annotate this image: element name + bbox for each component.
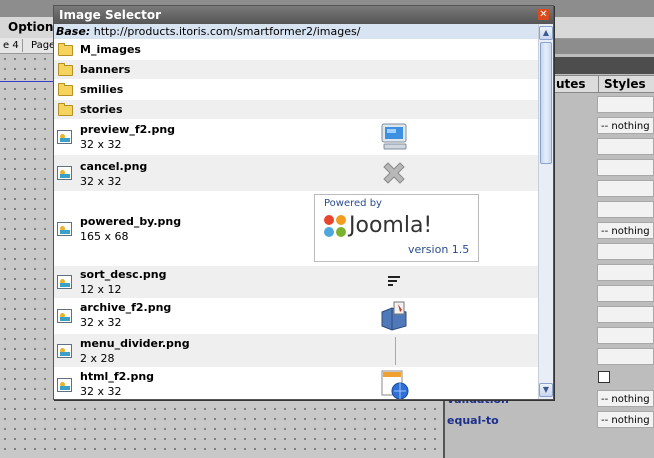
image-name: cancel.png <box>80 160 148 173</box>
image-item[interactable]: archive_f2.png 32 x 32 <box>54 299 538 334</box>
column-attributes[interactable]: utes <box>553 75 601 93</box>
base-path: Base: http://products.itoris.com/smartfo… <box>54 24 538 39</box>
folder-icon <box>58 83 73 96</box>
tab-page-4[interactable]: e 4 <box>0 39 23 52</box>
image-file-icon <box>57 222 72 236</box>
style-cell[interactable] <box>597 285 654 302</box>
image-dimensions: 12 x 12 <box>80 283 122 296</box>
image-dimensions: 32 x 32 <box>80 175 122 188</box>
image-dimensions: 165 x 68 <box>80 230 129 243</box>
scroll-down-button[interactable]: ▼ <box>539 383 553 397</box>
image-list: M_images banners smilies stories preview… <box>54 40 538 399</box>
style-cell[interactable]: -- nothing s <box>597 222 654 239</box>
folder-icon <box>58 63 73 76</box>
attribute-checkbox[interactable] <box>598 371 610 383</box>
image-name: archive_f2.png <box>80 301 172 314</box>
image-file-icon <box>57 130 72 144</box>
joomla-logo: Powered by Joomla! version 1.5 <box>314 194 479 262</box>
folder-icon <box>58 103 73 116</box>
style-cell[interactable] <box>597 96 654 113</box>
style-cell[interactable]: -- nothing s <box>597 411 654 428</box>
folder-name: M_images <box>80 43 141 56</box>
scroll-up-button[interactable]: ▲ <box>539 26 553 40</box>
folder-item[interactable]: banners <box>54 60 538 80</box>
image-item[interactable]: powered_by.png 165 x 68 Powered by Jooml… <box>54 192 538 266</box>
image-item[interactable]: cancel.png 32 x 32 <box>54 155 538 192</box>
style-cell[interactable] <box>597 348 654 365</box>
image-item[interactable]: html_f2.png 32 x 32 <box>54 368 538 399</box>
image-item[interactable]: preview_f2.png 32 x 32 <box>54 120 538 155</box>
folder-name: smilies <box>80 83 124 96</box>
vertical-scrollbar[interactable]: ▲ ▼ <box>538 24 553 399</box>
style-cell[interactable]: -- nothing s <box>597 390 654 407</box>
close-icon[interactable]: ✕ <box>538 9 549 20</box>
image-name: preview_f2.png <box>80 123 176 136</box>
style-cell[interactable] <box>597 138 654 155</box>
folder-item[interactable]: M_images <box>54 40 538 60</box>
base-url: http://products.itoris.com/smartformer2/… <box>93 25 361 38</box>
folder-item[interactable]: stories <box>54 100 538 120</box>
image-item[interactable]: menu_divider.png 2 x 28 <box>54 334 538 368</box>
folder-name: stories <box>80 103 123 116</box>
monitor-icon <box>381 123 407 150</box>
folder-item[interactable]: smilies <box>54 80 538 100</box>
style-cell[interactable] <box>597 159 654 176</box>
base-label: Base: <box>56 25 91 38</box>
html-globe-icon <box>381 370 409 399</box>
joomla-brand: Joomla! <box>349 213 433 238</box>
image-dimensions: 32 x 32 <box>80 316 122 329</box>
style-cell[interactable] <box>597 327 654 344</box>
scroll-thumb[interactable] <box>540 42 552 164</box>
image-dimensions: 2 x 28 <box>80 352 115 365</box>
divider-line <box>395 337 396 365</box>
archive-box-icon <box>381 301 407 331</box>
image-dimensions: 32 x 32 <box>80 138 122 151</box>
dialog-titlebar[interactable]: Image Selector ✕ <box>54 6 553 24</box>
column-styles[interactable]: Styles <box>598 75 654 93</box>
style-cell[interactable] <box>597 243 654 260</box>
image-file-icon <box>57 378 72 392</box>
joomla-powered-by: Powered by <box>324 198 382 209</box>
style-cell[interactable] <box>597 264 654 281</box>
image-item[interactable]: sort_desc.png 12 x 12 <box>54 266 538 299</box>
canvas-guide-line <box>0 81 60 82</box>
dialog-title: Image Selector <box>59 8 162 22</box>
x-icon <box>383 162 405 184</box>
image-file-icon <box>57 275 72 289</box>
image-file-icon <box>57 166 72 180</box>
style-cell[interactable] <box>597 201 654 218</box>
folder-icon <box>58 43 73 56</box>
style-cell[interactable]: -- nothing s <box>597 117 654 134</box>
image-selector-dialog: Image Selector ✕ Base: http://products.i… <box>53 5 554 400</box>
image-file-icon <box>57 309 72 323</box>
image-name: sort_desc.png <box>80 268 167 281</box>
attribute-label-equal-to: equal-to <box>447 414 499 427</box>
style-cell[interactable] <box>597 306 654 323</box>
style-cell[interactable] <box>597 180 654 197</box>
image-file-icon <box>57 344 72 358</box>
sort-desc-icon <box>388 276 400 286</box>
joomla-version: version 1.5 <box>408 243 470 256</box>
image-dimensions: 32 x 32 <box>80 385 122 398</box>
image-name: html_f2.png <box>80 370 155 383</box>
folder-name: banners <box>80 63 131 76</box>
image-name: powered_by.png <box>80 215 182 228</box>
image-name: menu_divider.png <box>80 337 190 350</box>
joomla-symbol <box>324 215 346 237</box>
